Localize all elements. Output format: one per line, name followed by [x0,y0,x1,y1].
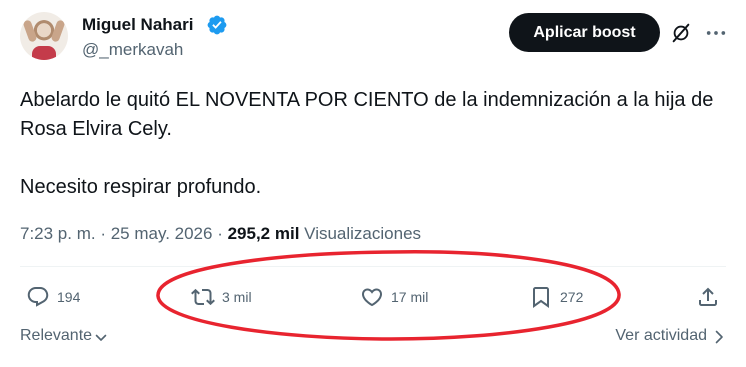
author-name[interactable]: Miguel Nahari [82,14,193,36]
activity-label: Ver actividad [615,327,707,344]
author-avatar[interactable] [20,12,68,60]
retweet-button[interactable]: 3 mil [191,284,252,310]
heart-icon [361,288,383,307]
sort-replies-dropdown[interactable]: Relevante [20,326,108,346]
bookmark-button[interactable]: 272 [529,284,583,310]
author-handle[interactable]: @_merkavah [82,39,183,61]
avatar-arm-left [22,19,38,43]
retweet-count: 3 mil [222,289,252,305]
meta-separator: · [212,224,228,243]
reply-icon [27,287,49,307]
like-count: 17 mil [391,289,429,305]
tweet-meta: 7:23 p. m. · 25 may. 2026 · 295,2 mil Vi… [20,223,421,245]
bookmark-count: 272 [560,289,584,305]
apply-boost-button[interactable]: Aplicar boost [509,13,660,52]
avatar-shirt [32,46,56,60]
grok-icon[interactable] [670,22,692,44]
view-activity-link[interactable]: Ver actividad [615,326,725,346]
divider [20,266,726,267]
chevron-right-icon [715,330,723,344]
tweet-date[interactable]: 25 may. 2026 [111,224,213,243]
retweet-icon [191,288,215,306]
share-button[interactable] [696,284,727,310]
views-label: Visualizaciones [304,224,422,243]
chevron-down-icon [95,334,107,341]
bookmark-icon [533,287,549,308]
tweet-paragraph: Necesito respirar profundo. [20,176,262,198]
tweet-paragraph: Abelardo le quitó EL NOVENTA POR CIENTO … [20,89,714,140]
reply-button[interactable]: 194 [26,284,80,310]
sort-label: Relevante [20,327,93,344]
tweet-text: Abelardo le quitó EL NOVENTA POR CIENTO … [20,86,726,202]
tweet-time[interactable]: 7:23 p. m. [20,224,96,243]
views-count: 295,2 mil [227,224,300,243]
reply-count: 194 [57,289,81,305]
verified-badge-icon [207,15,227,35]
avatar-arm-right [50,19,66,43]
share-icon [699,287,717,306]
like-button[interactable]: 17 mil [360,284,428,310]
more-options-icon[interactable] [705,22,727,44]
meta-separator: · [95,224,111,243]
